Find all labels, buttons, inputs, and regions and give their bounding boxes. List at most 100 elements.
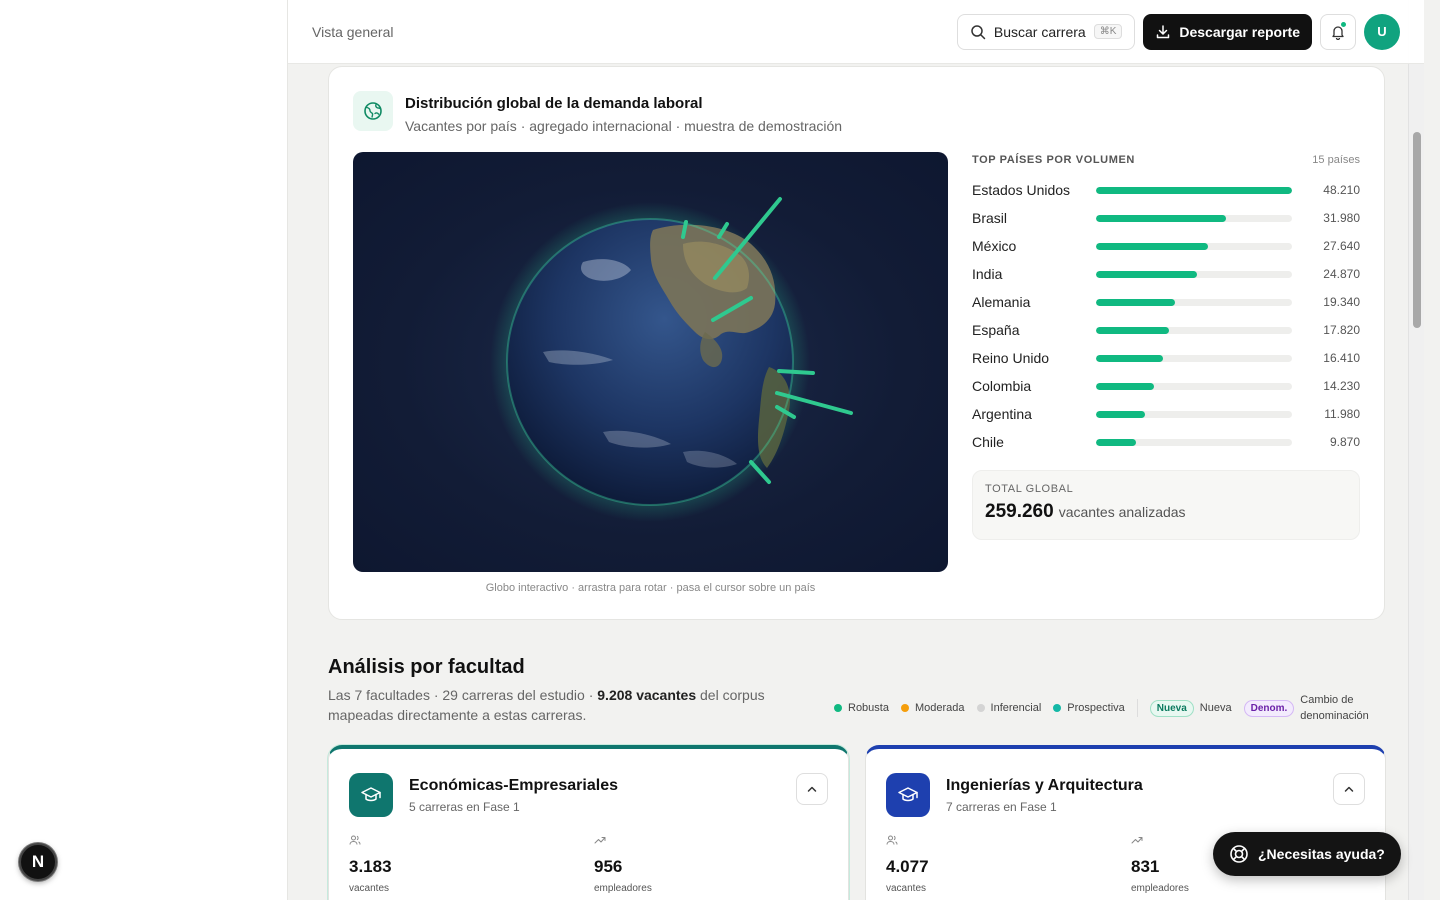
country-name: Colombia (972, 378, 1032, 394)
country-row[interactable]: México 27.640 (972, 232, 1360, 260)
globe-card-icon (353, 91, 393, 131)
desc-highlight: 9.208 vacantes (597, 687, 697, 703)
download-report-button[interactable]: Descargar reporte (1143, 13, 1312, 50)
stat-vacantes: 3.183 vacantes (349, 833, 392, 894)
country-value: 27.640 (1323, 239, 1360, 253)
country-row[interactable]: Argentina 11.980 (972, 400, 1360, 428)
main-content: Vista general Buscar carrera ⌘K Descarga… (288, 0, 1424, 900)
chevron-up-icon (807, 786, 817, 792)
country-bar-track (1096, 382, 1292, 390)
sidebar (0, 0, 288, 900)
dev-tools-badge[interactable]: N (19, 843, 57, 881)
country-bar-fill (1096, 326, 1169, 334)
country-row[interactable]: India 24.870 (972, 260, 1360, 288)
legend-dot (976, 704, 985, 712)
legend-dot (1053, 704, 1062, 712)
country-value: 14.230 (1323, 379, 1360, 393)
stat-vacantes-label: vacantes (886, 883, 927, 894)
globe-visual (490, 197, 853, 522)
stat-empleadores-value: 831 (1131, 857, 1160, 876)
collapse-button[interactable] (1333, 773, 1365, 805)
legend-dot (900, 704, 909, 712)
global-total-box: TOTAL GLOBAL 259.260 vacantes analizadas (972, 470, 1360, 540)
search-shortcut: ⌘K (1093, 24, 1123, 39)
country-bar-track (1096, 186, 1292, 194)
notifications-button[interactable] (1320, 13, 1356, 50)
legend-label: Cambio de denominación (1300, 694, 1369, 722)
legend-new: Nueva Nueva (1149, 699, 1232, 717)
user-avatar[interactable]: U (1364, 13, 1400, 50)
faculty-subtitle: 7 carreras en Fase 1 (946, 800, 1057, 814)
stat-empleadores: 831 empleadores (1131, 833, 1189, 894)
graduation-cap-icon (898, 787, 918, 802)
stat-vacantes-value: 4.077 (886, 857, 929, 876)
country-value: 11.980 (1324, 407, 1360, 421)
top-countries-title: TOP PAÍSES POR VOLUMEN (972, 154, 1135, 166)
faculty-icon-box (349, 773, 393, 817)
chevron-up-icon (1344, 786, 1354, 792)
country-bar-fill (1096, 382, 1154, 390)
faculty-card-ingenierias[interactable]: Ingenierías y Arquitectura 7 carreras en… (865, 745, 1386, 900)
globe-card-title: Distribución global de la demanda labora… (405, 95, 703, 112)
country-value: 19.340 (1323, 295, 1360, 309)
trend-up-icon (1131, 837, 1143, 844)
country-name: Estados Unidos (972, 182, 1071, 198)
top-countries-panel: TOP PAÍSES POR VOLUMEN 15 países Estados… (972, 152, 1360, 540)
legend-label: Robusta (848, 702, 889, 714)
help-button[interactable]: ¿Necesitas ayuda? (1213, 832, 1401, 876)
country-bar-track (1096, 326, 1292, 334)
legend-label: Inferencial (990, 702, 1042, 714)
top-countries-header: TOP PAÍSES POR VOLUMEN 15 países (972, 152, 1360, 168)
country-row[interactable]: Estados Unidos 48.210 (972, 176, 1360, 204)
faculty-subtitle: 5 carreras en Fase 1 (409, 800, 520, 814)
stat-empleadores-label: empleadores (594, 883, 652, 894)
country-name: India (972, 266, 1003, 282)
users-icon (886, 835, 898, 845)
globe-caption: Globo interactivo · arrastra para rotar … (485, 582, 816, 594)
faculty-name: Ingenierías y Arquitectura (946, 777, 1143, 794)
country-value: 48.210 (1323, 183, 1360, 197)
faculty-card-economicas[interactable]: Económicas-Empresariales 5 carreras en F… (328, 745, 849, 900)
page-scrollbar[interactable] (1408, 0, 1424, 900)
country-row[interactable]: Reino Unido 16.410 (972, 344, 1360, 372)
graduation-cap-icon (361, 787, 381, 802)
collapse-button[interactable] (796, 773, 828, 805)
search-career-button[interactable]: Buscar carrera ⌘K (956, 13, 1136, 50)
legend-prospectiva: Prospectiva (1053, 702, 1125, 714)
legend-label: Prospectiva (1067, 702, 1125, 714)
download-label: Descargar reporte (1179, 23, 1300, 40)
scrollbar-thumb[interactable] (1413, 132, 1421, 328)
stat-empleadores-label: empleadores (1131, 883, 1189, 894)
country-row[interactable]: Colombia 14.230 (972, 372, 1360, 400)
desc-part: Las 7 facultades · 29 carreras del estud… (328, 687, 598, 703)
country-row[interactable]: Chile 9.870 (972, 428, 1360, 456)
country-bar-fill (1096, 354, 1163, 362)
country-bar-fill (1096, 410, 1145, 418)
legend-robusta: Robusta (834, 702, 889, 714)
interactive-globe[interactable] (353, 152, 948, 572)
country-value: 17.820 (1323, 323, 1360, 337)
stat-vacantes-label: vacantes (349, 883, 390, 894)
country-value: 31.980 (1323, 211, 1360, 225)
country-row[interactable]: Alemania 19.340 (972, 288, 1360, 316)
global-demand-card: Distribución global de la demanda labora… (328, 66, 1385, 620)
stat-vacantes: 4.077 vacantes (886, 833, 929, 894)
legend-label: Nueva (1199, 702, 1232, 714)
country-bar-fill (1096, 214, 1226, 222)
country-bar-track (1096, 298, 1292, 306)
country-row[interactable]: España 17.820 (972, 316, 1360, 344)
stat-empleadores: 956 empleadores (594, 833, 652, 894)
country-name: Brasil (972, 210, 1008, 226)
country-bar-fill (1096, 298, 1175, 306)
globe-icon (364, 102, 382, 120)
faculty-name: Económicas-Empresariales (409, 777, 618, 794)
country-name: Alemania (972, 294, 1031, 310)
country-value: 9.870 (1329, 435, 1360, 449)
country-list: Estados Unidos 48.210 Brasil 31.980 México 27… (972, 176, 1360, 456)
top-countries-count: 15 países (1312, 154, 1360, 166)
card-header: Distribución global de la demanda labora… (353, 91, 842, 134)
country-bar-fill (1096, 186, 1292, 194)
country-row[interactable]: Brasil 31.980 (972, 204, 1360, 232)
legend-dot (834, 704, 842, 712)
search-icon (971, 24, 986, 39)
